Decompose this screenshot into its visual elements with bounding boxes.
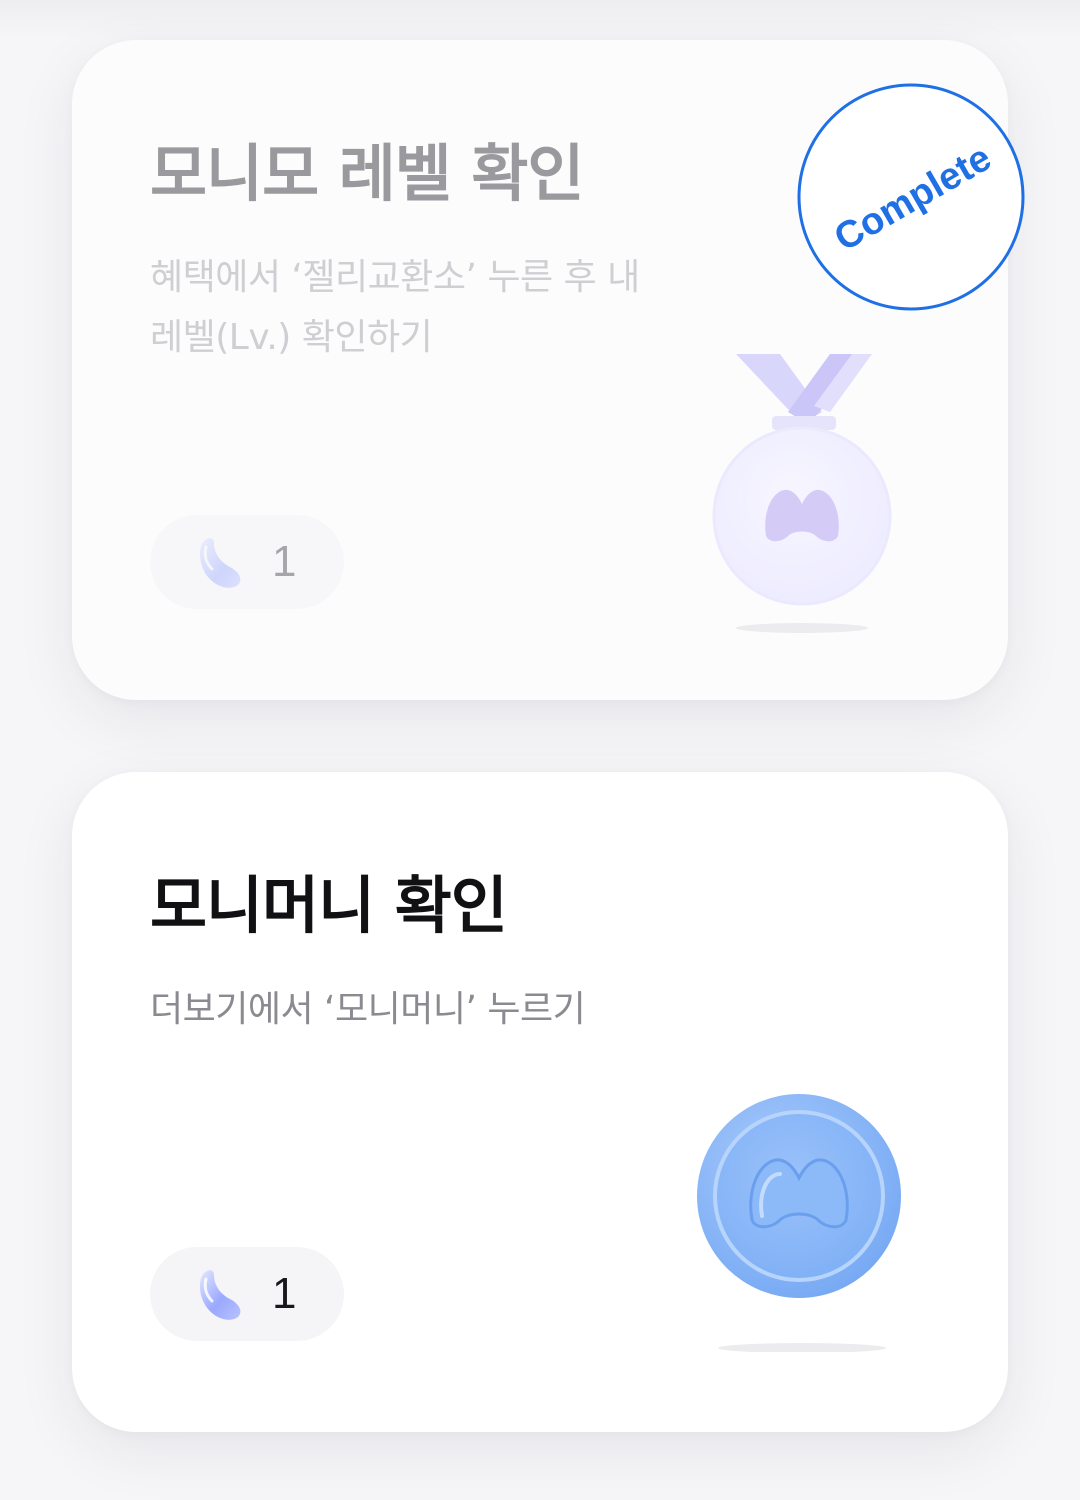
- mission-description: 더보기에서 ‘모니머니’ 누르기: [150, 989, 586, 1030]
- jelly-icon: [199, 538, 241, 588]
- top-shadow-fade: [0, 0, 1080, 40]
- coin-icon: [697, 1094, 901, 1352]
- mission-description: 혜택에서 ‘젤리교환소’ 누른 후 내 레벨(Lv.) 확인하기: [150, 257, 640, 358]
- reward-badge: 1: [150, 515, 344, 609]
- mission-card-level-check[interactable]: 모니모 레벨 확인 혜택에서 ‘젤리교환소’ 누른 후 내 레벨(Lv.) 확인…: [72, 40, 1025, 700]
- mission-title: 모니모 레벨 확인: [150, 137, 584, 210]
- mission-card-money-check[interactable]: 모니머니 확인 더보기에서 ‘모니머니’ 누르기 1: [72, 772, 1008, 1432]
- reward-badge: 1: [150, 1247, 344, 1341]
- mission-title: 모니머니 확인: [150, 869, 508, 942]
- reward-count: 1: [272, 537, 297, 586]
- medal-icon: [712, 354, 892, 633]
- complete-stamp: Complete: [797, 83, 1025, 311]
- reward-count: 1: [272, 1269, 297, 1318]
- jelly-icon: [199, 1270, 241, 1320]
